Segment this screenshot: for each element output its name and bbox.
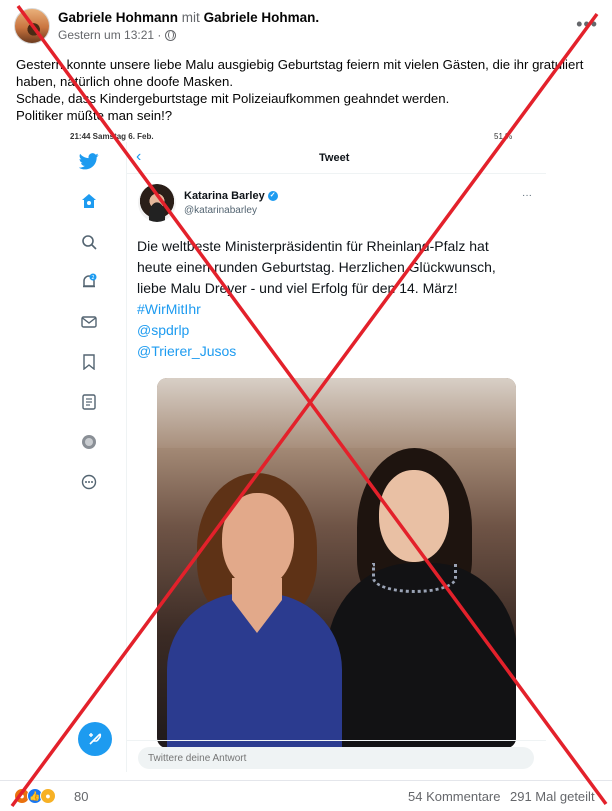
haha-reaction-icon: ●: [40, 788, 56, 804]
hashtag-link[interactable]: #WirMitIhr: [137, 299, 537, 320]
post-text-line: Politiker müßte man sein!?: [16, 108, 173, 123]
tweet-author-name[interactable]: Katarina Barley: [184, 190, 265, 202]
status-battery: 51 %: [494, 132, 513, 141]
author-avatar[interactable]: [14, 8, 50, 44]
verified-icon: ✓: [267, 191, 278, 201]
reply-input[interactable]: [138, 747, 534, 769]
status-time: 21:44 Samstag 6. Feb.: [70, 132, 154, 141]
post-text-line: haben, natürlich ohne doofe Masken.: [16, 74, 234, 89]
tagged-name[interactable]: Gabriele Hohman.: [204, 10, 320, 25]
tweet-author-line: Katarina Barley ✓: [184, 190, 278, 202]
photo-ceiling: [157, 378, 516, 448]
shares-count[interactable]: 291 Mal geteilt: [510, 789, 595, 804]
tweet-author-avatar[interactable]: [138, 184, 176, 222]
profile-icon[interactable]: [78, 431, 100, 453]
photo-person-left-face: [222, 493, 294, 588]
reactions[interactable]: ● 👍 ●: [14, 788, 56, 804]
compose-tweet-button[interactable]: [78, 722, 112, 756]
tweet-more-button[interactable]: ···: [522, 190, 532, 201]
twitter-logo-icon[interactable]: [78, 150, 100, 172]
bookmark-icon[interactable]: [78, 351, 100, 373]
reaction-count[interactable]: 80: [74, 789, 88, 804]
notification-badge: 2: [91, 275, 94, 281]
bell-icon[interactable]: 2: [78, 271, 100, 293]
more-circle-icon[interactable]: [78, 471, 100, 493]
post-time[interactable]: Gestern um 13:21 ·: [58, 28, 161, 42]
mention-link[interactable]: @spdrlp: [137, 320, 537, 341]
post-header: Gabriele Hohmann mit Gabriele Hohman. Ge…: [0, 0, 612, 50]
tweet-text-line: Die weltbeste Ministerpräsidentin für Rh…: [137, 238, 489, 254]
tweet-text-line: liebe Malu Dreyer - und viel Erfolg für …: [137, 280, 458, 296]
sidebar-divider: [126, 142, 127, 772]
post-text-line: Gestern konnte unsere liebe Malu ausgieb…: [16, 57, 584, 72]
tweet-author-handle[interactable]: @katarinabarley: [184, 205, 257, 216]
tweet-body: Die weltbeste Ministerpräsidentin für Rh…: [137, 236, 537, 362]
photo-neckline: [372, 563, 457, 593]
post-meta: Gestern um 13:21 ·: [58, 28, 177, 42]
author-line: Gabriele Hohmann mit Gabriele Hohman.: [58, 10, 319, 25]
mail-icon[interactable]: [78, 311, 100, 333]
tweet-text-line: heute einen runden Geburtstag. Herzliche…: [137, 259, 496, 275]
search-icon[interactable]: [78, 231, 100, 253]
reply-bar: [126, 740, 546, 773]
comments-count[interactable]: 54 Kommentare: [408, 789, 501, 804]
more-options-button[interactable]: •••: [576, 14, 598, 35]
tweet-title: Tweet: [319, 152, 350, 164]
tweet-screenshot[interactable]: 21:44 Samstag 6. Feb. 51 % 2 ‹ Tweet Kat…: [14, 128, 598, 773]
with-word: mit: [181, 10, 200, 25]
post-text-line: Schade, dass Kindergeburtstage mit Poliz…: [16, 91, 450, 106]
globe-icon: [165, 29, 177, 41]
tweet-topbar: ‹ Tweet: [126, 142, 546, 174]
photo-person-right-face: [379, 470, 449, 562]
author-name[interactable]: Gabriele Hohmann: [58, 10, 178, 25]
feather-icon: [89, 733, 102, 745]
tweet-photo[interactable]: [157, 378, 516, 748]
post-text: Gestern konnte unsere liebe Malu ausgieb…: [16, 56, 601, 124]
post-footer: ● 👍 ● 80 54 Kommentare 291 Mal geteilt: [0, 780, 612, 811]
home-icon[interactable]: [78, 190, 100, 212]
mention-link[interactable]: @Trierer_Jusos: [137, 341, 537, 362]
list-icon[interactable]: [78, 391, 100, 413]
back-button[interactable]: ‹: [136, 148, 141, 166]
